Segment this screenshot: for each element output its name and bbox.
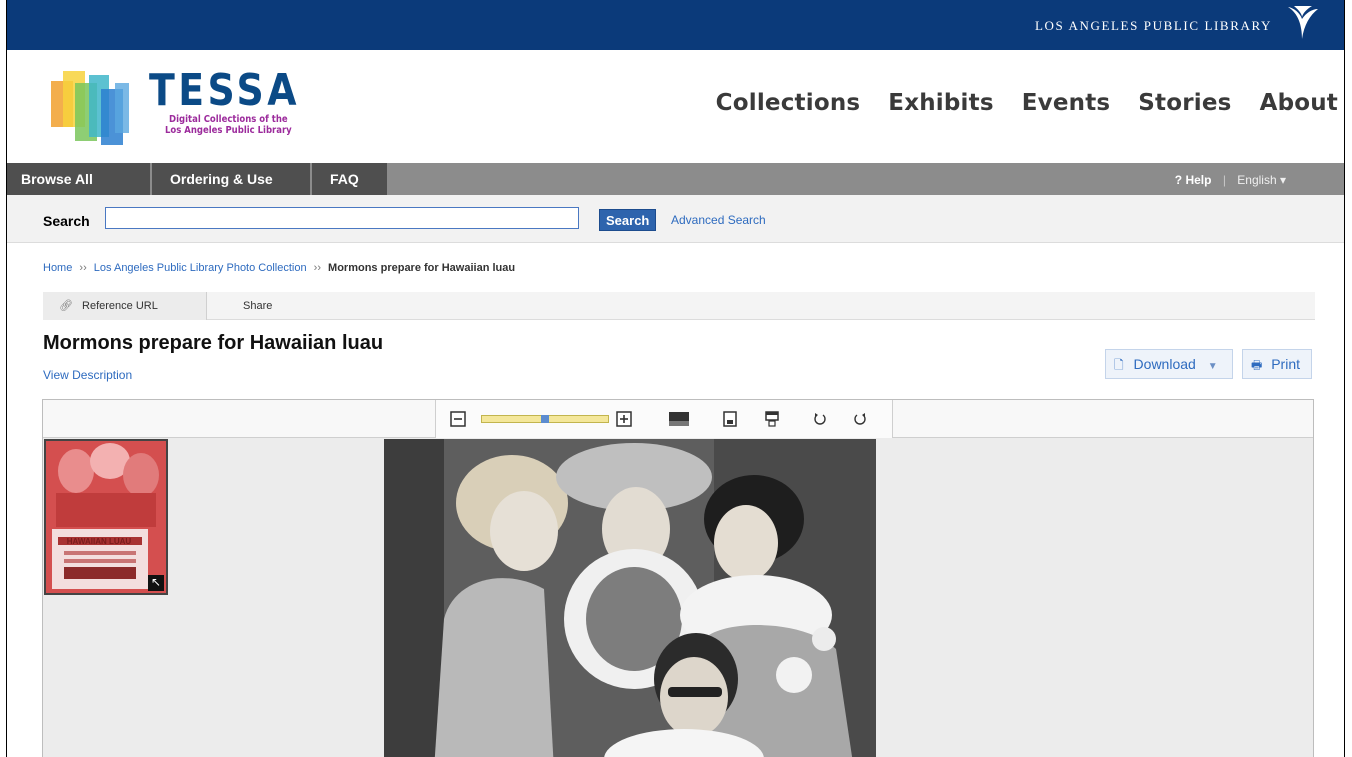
nav-events[interactable]: Events <box>1022 90 1111 116</box>
search-label: Search <box>43 213 90 229</box>
nav-exhibits[interactable]: Exhibits <box>888 90 993 116</box>
printer-icon: 🖶︎ <box>1251 358 1263 372</box>
photo-image <box>384 439 876 757</box>
download-label: Download <box>1133 356 1196 372</box>
tessa-logo-mark[interactable] <box>45 63 137 151</box>
menu-bar: Browse All Ordering & Use FAQ ? Help | E… <box>7 163 1344 195</box>
library-name[interactable]: LOS ANGELES PUBLIC LIBRARY <box>1035 18 1272 34</box>
top-bar: LOS ANGELES PUBLIC LIBRARY <box>7 0 1344 50</box>
tab-reference-label: Reference URL <box>82 300 158 312</box>
nav-collections[interactable]: Collections <box>716 90 861 116</box>
fit-window-icon[interactable] <box>764 411 780 427</box>
rotate-right-icon[interactable] <box>852 411 868 427</box>
view-description-link[interactable]: View Description <box>43 368 132 382</box>
nav-about[interactable]: About <box>1260 90 1338 116</box>
breadcrumb-collection[interactable]: Los Angeles Public Library Photo Collect… <box>94 262 307 274</box>
menu-faq[interactable]: FAQ <box>312 163 388 195</box>
expand-icon[interactable]: ↖ <box>148 575 164 591</box>
menu-right: ? Help | English ▾ <box>1175 163 1286 195</box>
zoom-slider-thumb[interactable] <box>541 415 549 423</box>
print-button[interactable]: 🖶︎ Print <box>1242 349 1312 379</box>
document-icon: 🗋︎ <box>1114 358 1124 372</box>
chevron-down-icon: ▼ <box>1207 361 1218 372</box>
page-title: Mormons prepare for Hawaiian luau <box>43 332 384 354</box>
zoom-in-icon[interactable] <box>616 411 632 427</box>
breadcrumb: Home ›› Los Angeles Public Library Photo… <box>43 262 515 274</box>
logo-title[interactable]: TESSA <box>149 68 300 114</box>
search-button[interactable]: Search <box>599 209 657 231</box>
nav-stories[interactable]: Stories <box>1138 90 1231 116</box>
breadcrumb-separator: ›› <box>79 262 87 274</box>
download-button[interactable]: 🗋︎ Download ▼ <box>1105 349 1233 379</box>
search-row: Search Search Advanced Search <box>7 195 1344 243</box>
thumbnail-image <box>46 441 166 593</box>
tab-share[interactable]: Share <box>243 292 272 320</box>
advanced-search-link[interactable]: Advanced Search <box>671 213 766 227</box>
lapl-logo-icon[interactable] <box>1284 3 1320 43</box>
print-label: Print <box>1271 356 1301 372</box>
main-photo[interactable] <box>384 439 876 757</box>
zoom-out-icon[interactable] <box>450 411 466 427</box>
search-input[interactable] <box>105 207 579 229</box>
breadcrumb-home[interactable]: Home <box>43 262 72 274</box>
help-link[interactable]: ? Help <box>1175 173 1212 187</box>
page-frame: LOS ANGELES PUBLIC LIBRARY TESSA Digital… <box>6 0 1345 757</box>
viewer-toolbar <box>43 400 1313 438</box>
rotate-left-icon[interactable] <box>812 411 828 427</box>
logo-subtitle-line2: Los Angeles Public Library <box>165 125 292 136</box>
link-icon: 🔗︎ <box>59 300 73 312</box>
breadcrumb-current: Mormons prepare for Hawaiian luau <box>328 262 516 274</box>
tab-reference-url[interactable]: 🔗︎ Reference URL <box>43 292 207 320</box>
zoom-slider[interactable] <box>481 415 609 423</box>
tab-strip: 🔗︎ Reference URL Share <box>43 292 1315 320</box>
menu-ordering-use[interactable]: Ordering & Use <box>152 163 311 195</box>
menu-browse-all[interactable]: Browse All <box>7 163 151 195</box>
fit-page-icon[interactable] <box>722 411 738 427</box>
menu-separator: | <box>1222 173 1226 187</box>
logo-subtitle-line1: Digital Collections of the <box>169 114 288 125</box>
thumbnail-caption: HAWAIIAN LUAU <box>66 537 132 546</box>
site-header: TESSA Digital Collections of the Los Ang… <box>7 50 1344 163</box>
viewer-tools <box>435 400 893 438</box>
fit-width-icon[interactable] <box>668 411 690 427</box>
main-nav: Collections Exhibits Events Stories Abou… <box>716 90 1338 116</box>
logo-subtitle: Digital Collections of the Los Angeles P… <box>165 114 292 136</box>
image-viewer: HAWAIIAN LUAU ↖ <box>42 399 1314 757</box>
breadcrumb-separator: ›› <box>313 262 321 274</box>
image-thumbnail[interactable]: HAWAIIAN LUAU ↖ <box>44 439 168 595</box>
language-select[interactable]: English ▾ <box>1237 173 1286 187</box>
